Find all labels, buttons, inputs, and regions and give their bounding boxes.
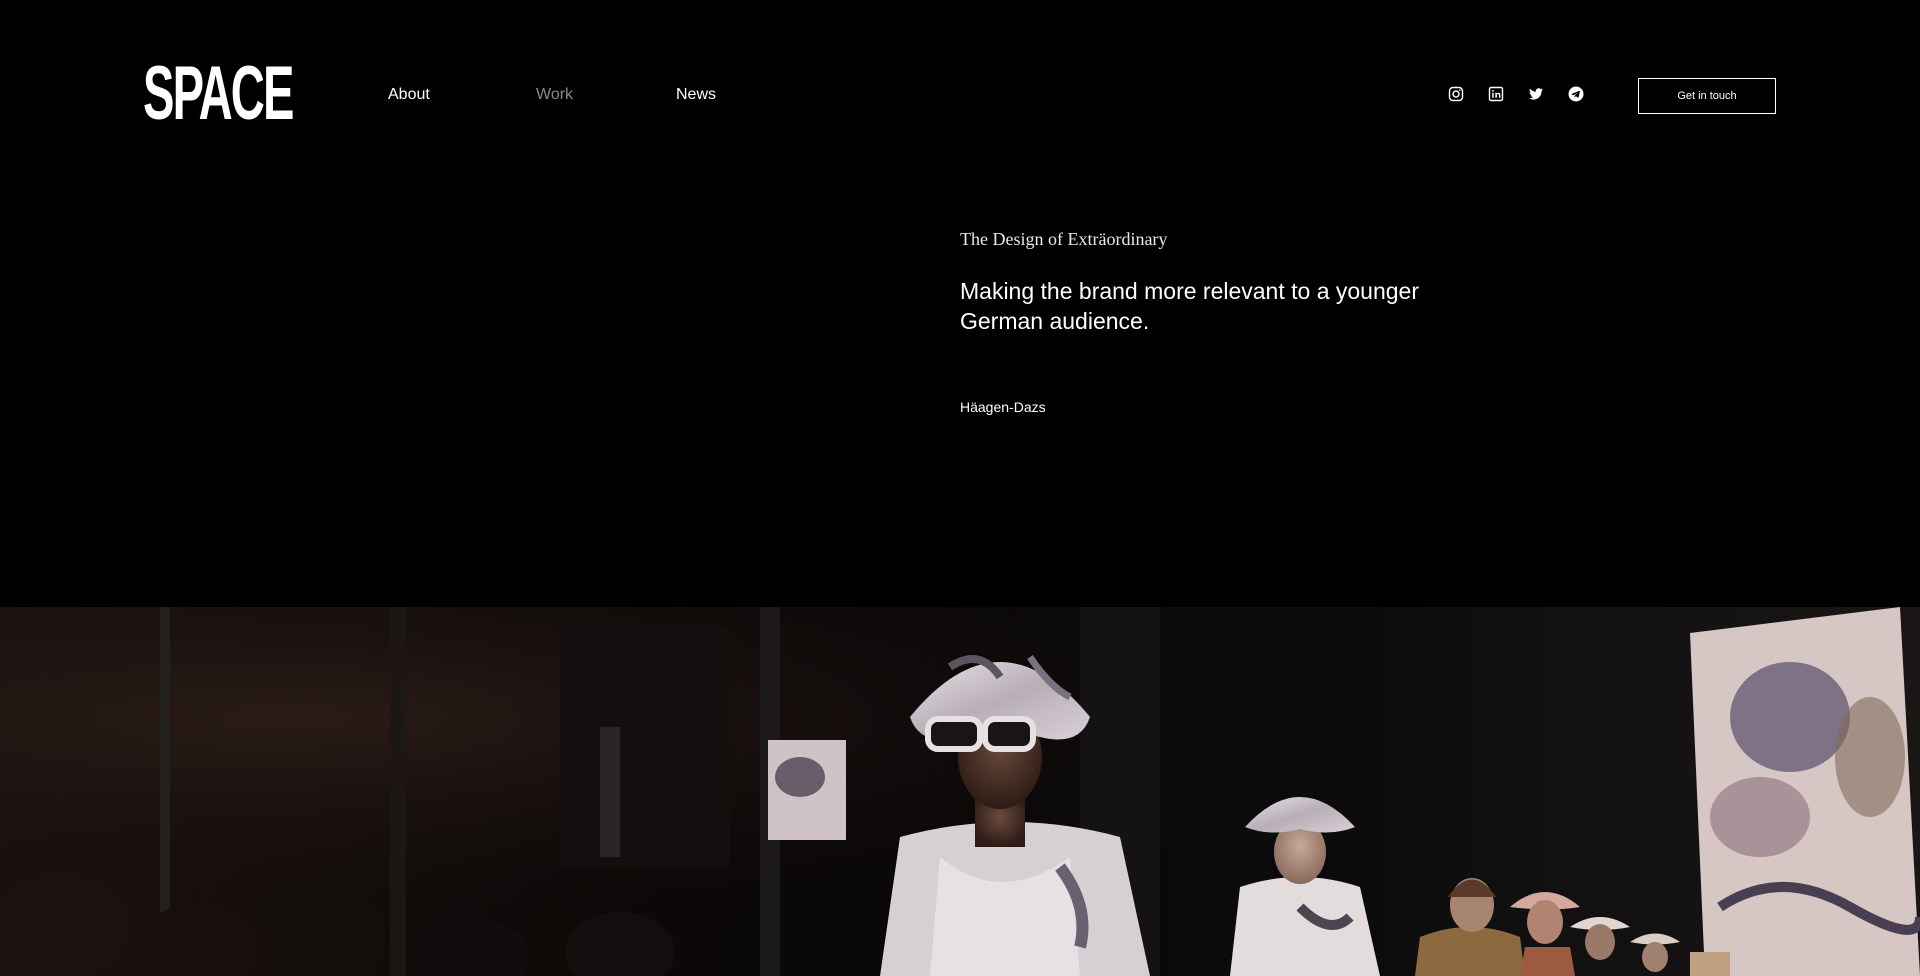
nav-item-work[interactable]: Work <box>536 84 573 106</box>
project-headline: Making the brand more relevant to a youn… <box>960 278 1419 334</box>
space-logo[interactable]: SPACE <box>143 50 294 138</box>
hero-video <box>0 607 1920 976</box>
client-name: Häagen-Dazs <box>960 399 1046 415</box>
instagram-icon[interactable] <box>1448 86 1464 102</box>
nav-item-news[interactable]: News <box>676 84 716 106</box>
site-header: SPACE About Work News Get in touch <box>0 0 1920 160</box>
telegram-icon[interactable] <box>1568 86 1584 102</box>
linkedin-icon[interactable] <box>1488 86 1504 102</box>
project-intro: The Design of Exträordinary Making the b… <box>960 226 1480 416</box>
nav-item-about[interactable]: About <box>388 84 430 106</box>
twitter-icon[interactable] <box>1528 86 1544 102</box>
runway-scene-image <box>0 607 1920 976</box>
project-kicker: The Design of Exträordinary <box>960 229 1168 249</box>
get-in-touch-button[interactable]: Get in touch <box>1638 78 1776 114</box>
